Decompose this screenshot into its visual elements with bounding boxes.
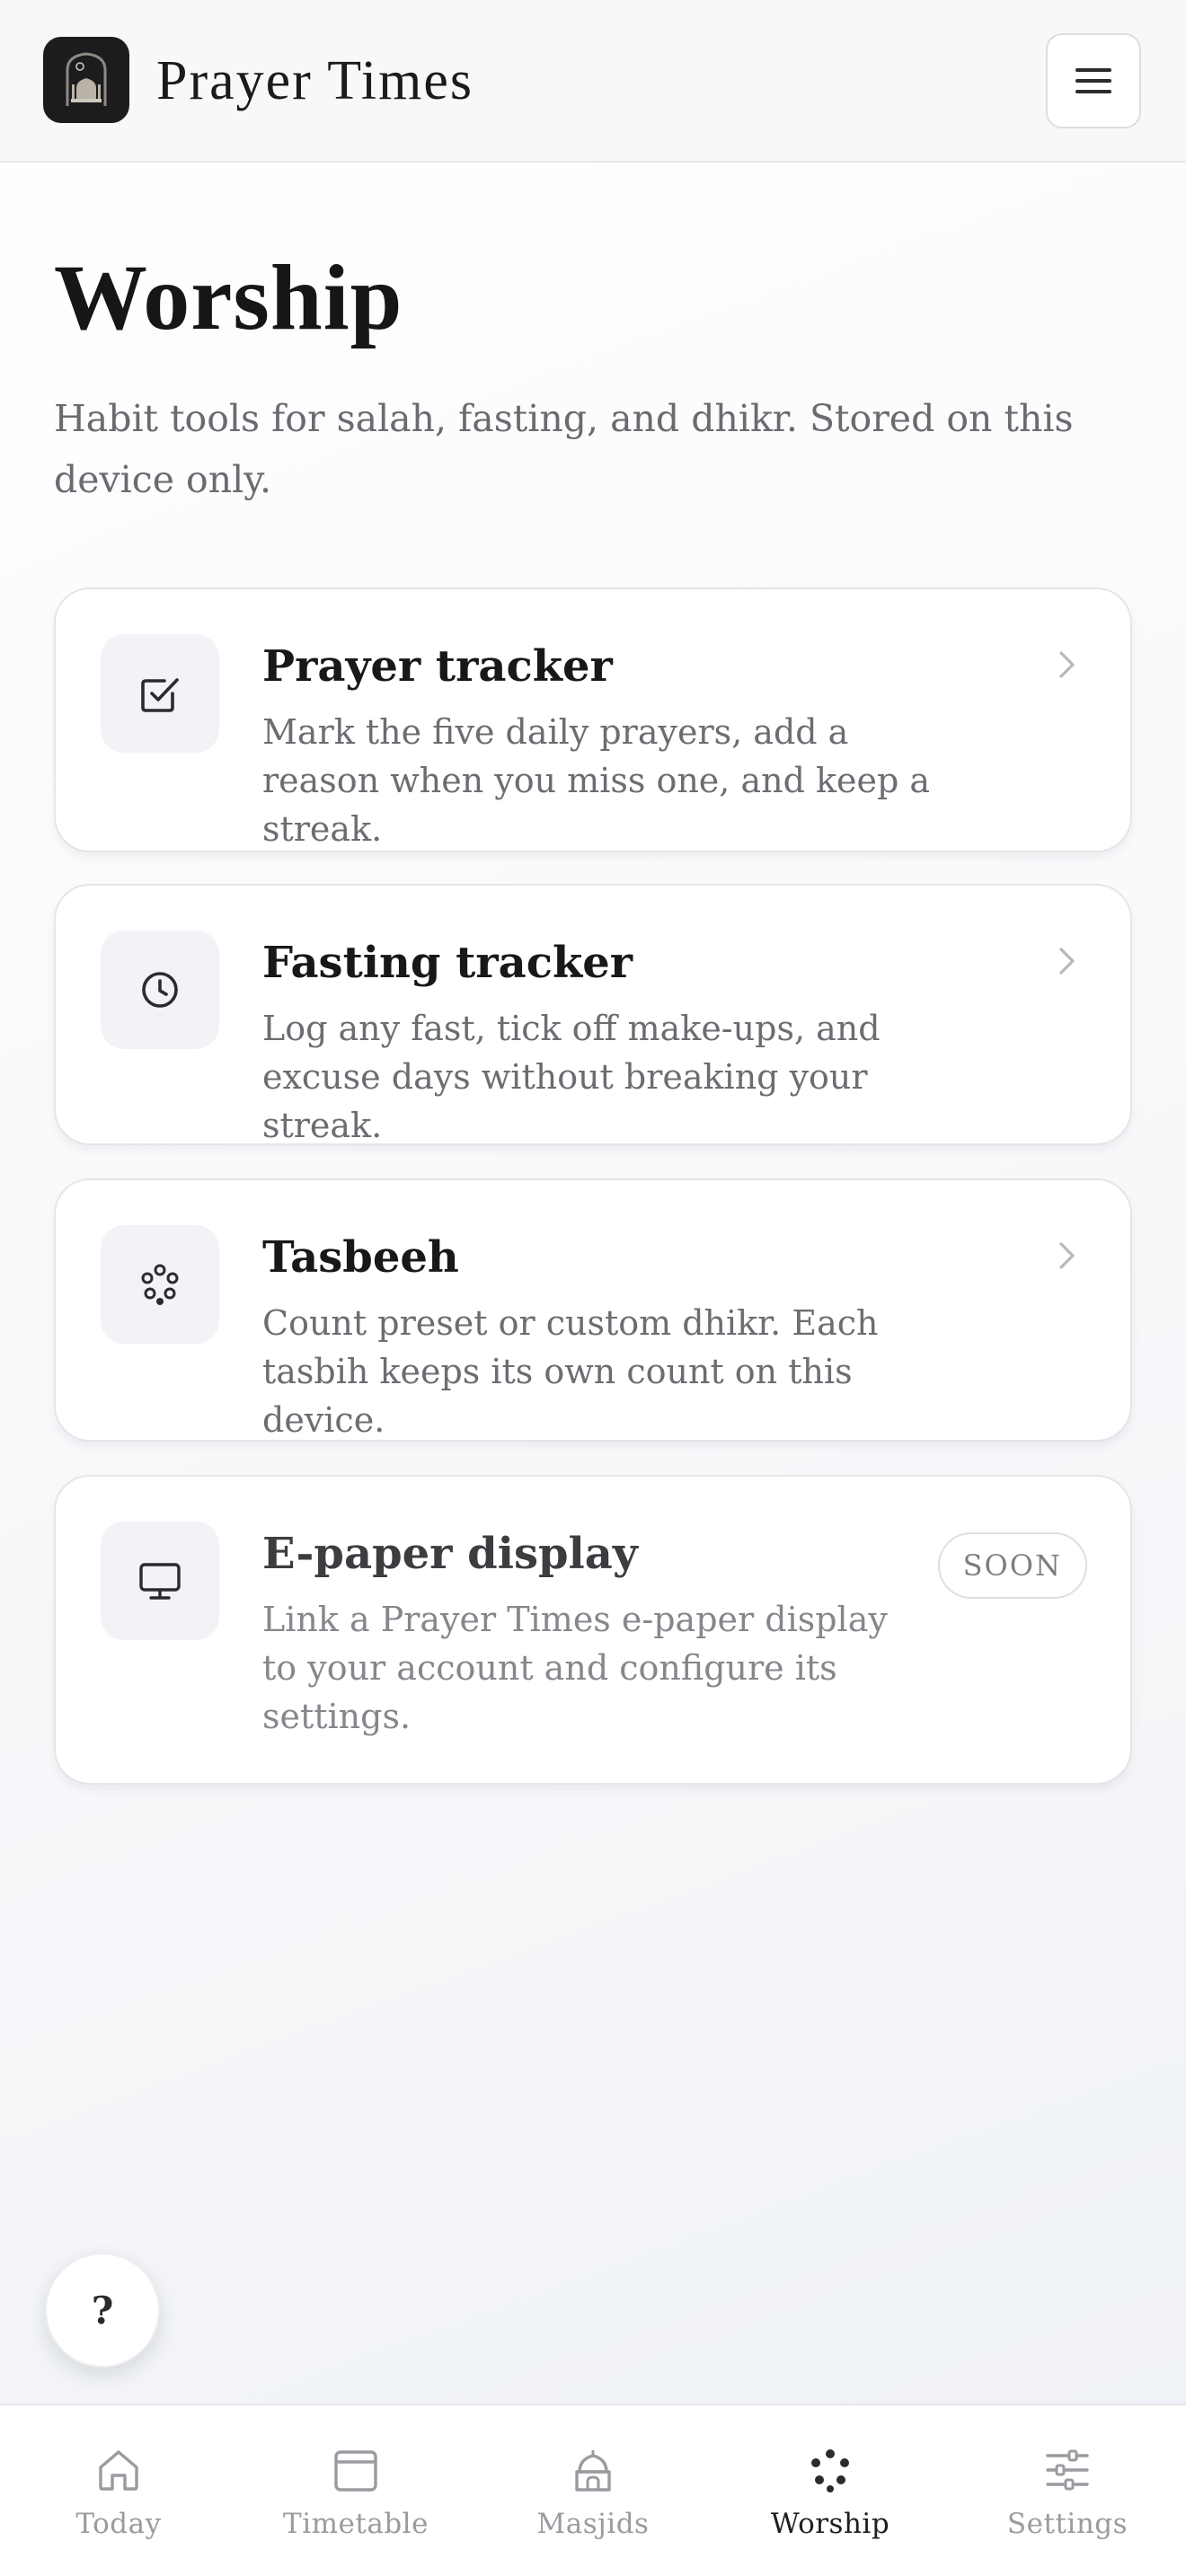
nav-label: Settings — [1006, 2508, 1128, 2540]
sliders-icon — [1040, 2443, 1094, 2497]
monitor-icon — [139, 1563, 181, 1600]
help-button[interactable]: ? — [45, 2253, 160, 2368]
chevron-right-icon — [1059, 1242, 1075, 1269]
prayer-tracker-card[interactable]: Prayer tracker Mark the five daily praye… — [54, 587, 1132, 852]
prayer-beads-icon — [141, 1264, 179, 1305]
mosque-logo-icon[interactable] — [43, 37, 129, 123]
e-paper-display-card: E-paper display Link a Prayer Times e-pa… — [54, 1475, 1132, 1785]
nav-item-today[interactable]: Today — [0, 2405, 237, 2576]
nav-item-timetable[interactable]: Timetable — [237, 2405, 474, 2576]
card-icon-tile — [101, 1225, 219, 1344]
nav-item-worship[interactable]: Worship — [712, 2405, 949, 2576]
card-description: Link a Prayer Times e-paper display to y… — [262, 1600, 888, 1736]
bottom-navigation: Today Timetable Masjids Worship Settings — [0, 2404, 1186, 2576]
chevron-right-icon — [1059, 948, 1075, 975]
card-icon-tile — [101, 931, 219, 1049]
app-title: Prayer Times — [156, 50, 474, 111]
clock-icon — [142, 972, 178, 1008]
menu-button[interactable] — [1046, 33, 1141, 128]
checkbox-icon — [141, 678, 179, 712]
mosque-icon — [566, 2443, 620, 2497]
nav-label: Today — [75, 2508, 162, 2540]
nav-label: Timetable — [283, 2508, 429, 2540]
card-icon-tile — [101, 1522, 219, 1640]
page-subtitle: Habit tools for salah, fasting, and dhik… — [54, 397, 1074, 501]
home-icon — [92, 2443, 146, 2497]
nav-label: Masjids — [536, 2508, 650, 2540]
card-title: Tasbeeh — [262, 1232, 459, 1283]
card-title: Fasting tracker — [262, 938, 633, 988]
card-title: Prayer tracker — [262, 641, 613, 692]
nav-item-settings[interactable]: Settings — [949, 2405, 1186, 2576]
card-description: Log any fast, tick off make-ups, and exc… — [262, 1009, 881, 1145]
page-title: Worship — [54, 246, 403, 349]
hamburger-menu-icon — [1075, 68, 1111, 93]
app-header: Prayer Times — [0, 0, 1186, 163]
mosque-logo-graphic — [66, 52, 107, 106]
coming-soon-badge: SOON — [937, 1532, 1087, 1599]
fasting-tracker-card[interactable]: Fasting tracker Log any fast, tick off m… — [54, 884, 1132, 1145]
nav-label: Worship — [770, 2508, 890, 2540]
nav-item-masjids[interactable]: Masjids — [474, 2405, 712, 2576]
card-title: E-paper display — [262, 1529, 638, 1579]
prayer-beads-icon — [803, 2443, 857, 2497]
tasbeeh-card[interactable]: Tasbeeh Count preset or custom dhikr. Ea… — [54, 1178, 1132, 1442]
card-description: Mark the five daily prayers, add a reaso… — [262, 712, 931, 849]
card-description: Count preset or custom dhikr. Each tasbi… — [262, 1303, 879, 1440]
calendar-icon — [329, 2443, 383, 2497]
chevron-right-icon — [1059, 651, 1075, 678]
card-icon-tile — [101, 634, 219, 753]
